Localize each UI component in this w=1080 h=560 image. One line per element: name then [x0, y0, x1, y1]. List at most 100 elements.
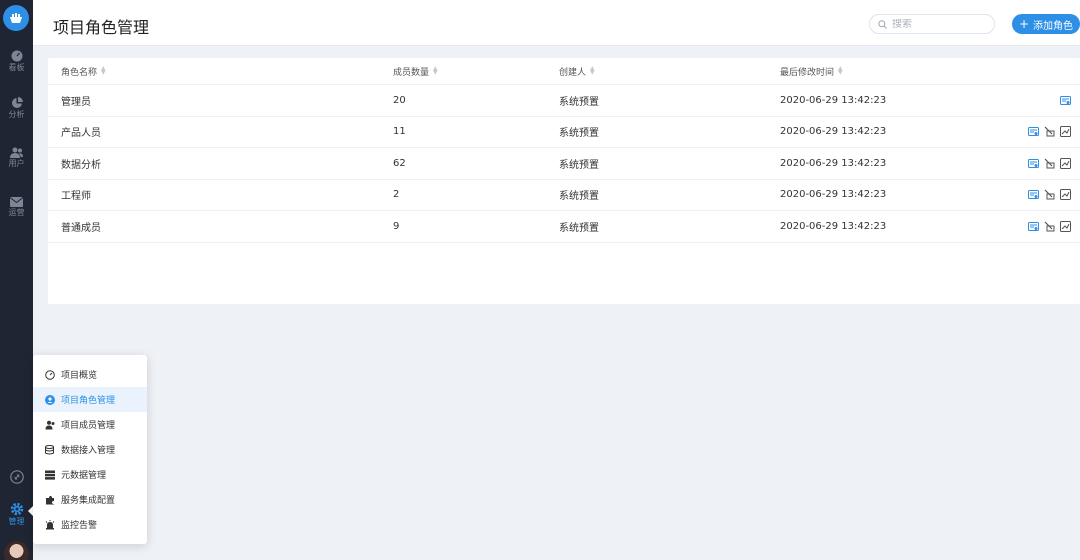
nav-label: 看板: [8, 63, 25, 72]
table-row[interactable]: 数据分析 62 系统预置 2020-06-29 13:42:23: [48, 148, 1080, 180]
menu-label: 服务集成配置: [61, 496, 116, 506]
menu-item-monitor-alarm[interactable]: 监控告警: [33, 512, 147, 537]
row-actions: [1028, 211, 1071, 242]
sort-icon[interactable]: ▲ ▼: [838, 66, 843, 76]
sort-icon[interactable]: ▲ ▼: [101, 66, 106, 76]
member-count: 2: [393, 189, 400, 201]
role-name: 产品人员: [61, 128, 101, 140]
view-detail-icon[interactable]: [1028, 126, 1039, 137]
creator: 系统预置: [559, 191, 599, 203]
nav-item-dashboard[interactable]: 看板: [0, 50, 33, 73]
column-label: 最后修改时间: [780, 67, 835, 78]
data-access-icon: [45, 444, 55, 455]
edit-permission-icon[interactable]: [1044, 126, 1055, 137]
menu-label: 元数据管理: [61, 471, 107, 481]
column-header-modified[interactable]: 最后修改时间 ▲ ▼: [780, 58, 843, 84]
search-icon: [878, 19, 887, 29]
members-icon: [45, 420, 55, 430]
page-header: 项目角色管理 + 添加角色: [33, 0, 1080, 46]
manage-menu: 项目概览 项目角色管理 项目成员管理 数据接入管理 元数据管理 服务集成配置 监…: [33, 355, 147, 544]
member-count: 62: [393, 157, 406, 169]
column-label: 创建人: [559, 67, 587, 78]
overview-icon: [45, 369, 55, 380]
creator: 系统预置: [559, 128, 599, 140]
search-input[interactable]: [892, 18, 982, 30]
table-row[interactable]: 普通成员 9 系统预置 2020-06-29 13:42:23: [48, 211, 1080, 243]
pie-chart-icon: [11, 97, 23, 108]
sidebar: 看板 分析 用户 运营 管理: [0, 0, 33, 560]
table-header: 角色名称 ▲ ▼ 成员数量 ▲ ▼ 创建人 ▲ ▼ 最后修改时间 ▲ ▼: [48, 58, 1080, 85]
member-count: 11: [393, 126, 406, 138]
column-label: 成员数量: [393, 67, 430, 78]
edit-permission-icon[interactable]: [1044, 221, 1055, 232]
table-row[interactable]: 工程师 2 系统预置 2020-06-29 13:42:23: [48, 180, 1080, 211]
nav-label: 分析: [8, 110, 25, 119]
role-name: 工程师: [61, 191, 91, 203]
copy-role-icon[interactable]: [1060, 126, 1071, 138]
modified-time: 2020-06-29 13:42:23: [780, 189, 887, 201]
logo-icon: [10, 13, 22, 23]
nav-label: 用户: [8, 159, 25, 168]
menu-item-overview[interactable]: 项目概览: [33, 362, 147, 387]
copy-role-icon[interactable]: [1060, 189, 1071, 201]
column-header-member-count[interactable]: 成员数量 ▲ ▼: [393, 58, 438, 84]
copy-role-icon[interactable]: [1060, 157, 1071, 169]
menu-item-member-management[interactable]: 项目成员管理: [33, 412, 147, 437]
nav-item-analysis[interactable]: 分析: [0, 97, 33, 120]
page-title: 项目角色管理: [53, 18, 150, 37]
role-name: 管理员: [61, 96, 91, 108]
dashboard-icon: [11, 50, 22, 62]
table-row[interactable]: 管理员 20 系统预置 2020-06-29 13:42:23: [48, 85, 1080, 117]
avatar[interactable]: [4, 541, 29, 560]
users-icon: [10, 147, 23, 158]
view-detail-icon[interactable]: [1028, 158, 1039, 169]
creator: 系统预置: [559, 96, 599, 108]
member-count: 20: [393, 94, 406, 106]
add-role-label: 添加角色: [1033, 20, 1074, 32]
sort-icon[interactable]: ▲ ▼: [433, 66, 438, 76]
creator: 系统预置: [559, 159, 599, 171]
column-header-role-name[interactable]: 角色名称 ▲ ▼: [61, 58, 106, 84]
column-label: 角色名称: [61, 67, 98, 78]
role-name: 普通成员: [61, 222, 101, 234]
view-detail-icon[interactable]: [1028, 189, 1039, 200]
search-box[interactable]: [869, 14, 995, 34]
edit-permission-icon[interactable]: [1044, 189, 1055, 200]
app-logo[interactable]: [3, 5, 29, 31]
menu-item-data-access[interactable]: 数据接入管理: [33, 437, 147, 462]
alarm-icon: [45, 519, 55, 530]
member-count: 9: [393, 220, 400, 232]
gear-icon: [10, 502, 23, 516]
nav-item-plugin[interactable]: [0, 470, 33, 484]
view-detail-icon[interactable]: [1060, 95, 1071, 106]
plus-icon: +: [1018, 17, 1030, 31]
menu-item-metadata[interactable]: 元数据管理: [33, 462, 147, 487]
nav-item-operations[interactable]: 运营: [0, 197, 33, 218]
row-actions: [1060, 85, 1071, 116]
modified-time: 2020-06-29 13:42:23: [780, 126, 887, 138]
integration-icon: [45, 495, 55, 505]
mail-icon: [10, 197, 23, 207]
nav-item-users[interactable]: 用户: [0, 147, 33, 169]
metadata-icon: [45, 470, 55, 480]
menu-label: 项目概览: [61, 371, 98, 381]
modified-time: 2020-06-29 13:42:23: [780, 220, 887, 232]
modified-time: 2020-06-29 13:42:23: [780, 157, 887, 169]
nav-label: 运营: [8, 208, 25, 217]
menu-item-role-management[interactable]: 项目角色管理: [33, 387, 147, 412]
column-header-creator[interactable]: 创建人 ▲ ▼: [559, 58, 595, 84]
table-row[interactable]: 产品人员 11 系统预置 2020-06-29 13:42:23: [48, 117, 1080, 148]
creator: 系统预置: [559, 222, 599, 234]
roles-table: 角色名称 ▲ ▼ 成员数量 ▲ ▼ 创建人 ▲ ▼ 最后修改时间 ▲ ▼ 管理员 20 系统预置…: [48, 58, 1080, 304]
copy-role-icon[interactable]: [1060, 220, 1071, 232]
role-name: 数据分析: [61, 159, 101, 171]
view-detail-icon[interactable]: [1028, 221, 1039, 232]
add-role-button[interactable]: + 添加角色: [1012, 14, 1080, 34]
menu-label: 项目角色管理: [61, 396, 116, 406]
sort-icon[interactable]: ▲ ▼: [590, 66, 595, 76]
menu-item-integration[interactable]: 服务集成配置: [33, 487, 147, 512]
edit-permission-icon[interactable]: [1044, 158, 1055, 169]
plugin-icon: [9, 470, 24, 484]
menu-label: 项目成员管理: [61, 421, 116, 431]
row-actions: [1028, 180, 1071, 211]
